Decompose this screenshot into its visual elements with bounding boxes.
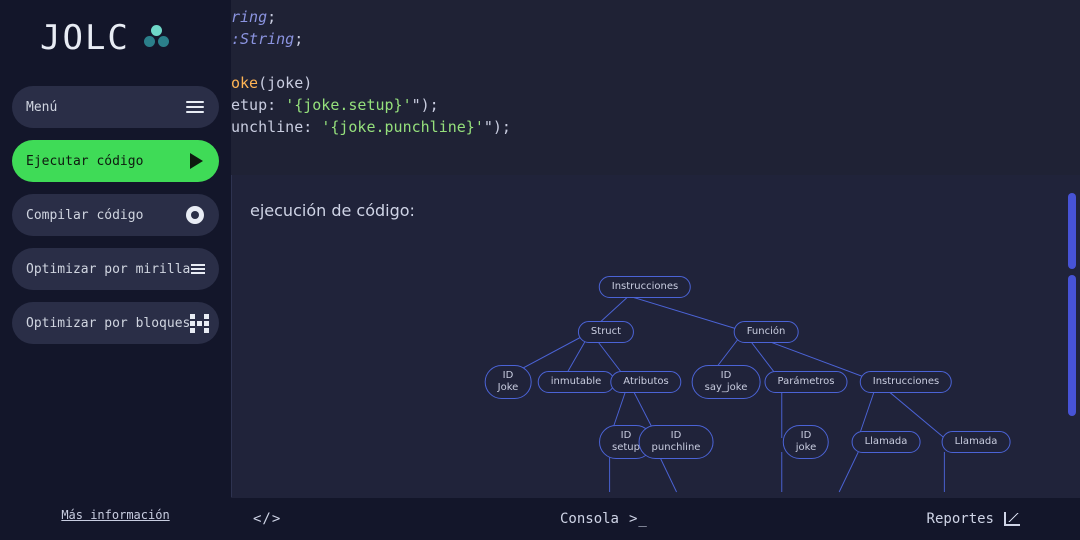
terminal-icon — [629, 511, 648, 527]
scroll-thumb[interactable] — [1068, 275, 1076, 416]
ast-node[interactable]: IDpunchline — [639, 425, 714, 459]
compile-label: Compilar código — [26, 208, 143, 223]
ast-node[interactable]: Struct — [578, 321, 634, 343]
output-scrollbar[interactable] — [1068, 193, 1076, 487]
peephole-optimize-button[interactable]: Optimizar por mirilla — [12, 248, 219, 290]
menu-label: Menú — [26, 100, 57, 115]
ast-node[interactable]: Instrucciones — [599, 276, 691, 298]
reports-label: Reportes — [927, 511, 994, 527]
more-info-link[interactable]: Más información — [12, 504, 219, 526]
swap-icon — [190, 259, 205, 279]
bottom-bar: </> Consola Reportes — [231, 497, 1080, 540]
grid-icon — [190, 313, 209, 333]
peephole-label: Optimizar por mirilla — [26, 262, 190, 277]
chart-icon — [1004, 512, 1020, 526]
run-label: Ejecutar código — [26, 154, 143, 169]
compile-code-button[interactable]: Compilar código — [12, 194, 219, 236]
reports-tab[interactable]: Reportes — [927, 511, 1020, 527]
editor-line — [231, 50, 1080, 72]
gear-icon — [185, 205, 205, 225]
ast-node[interactable]: IDsay_joke — [692, 365, 761, 399]
ast-node[interactable]: inmutable — [538, 371, 615, 393]
code-tab[interactable]: </> — [253, 511, 281, 527]
run-code-button[interactable]: Ejecutar código — [12, 140, 219, 182]
ast-node[interactable]: IDjoke — [783, 425, 829, 459]
ast-node[interactable]: Parámetros — [765, 371, 848, 393]
hamburger-icon — [185, 97, 205, 117]
code-editor[interactable]: ring;:String; oke(joke)etup: '{joke.setu… — [231, 0, 1080, 175]
scroll-thumb[interactable] — [1068, 193, 1076, 269]
sidebar: JOLC Menú Ejecutar código Compilar códig… — [0, 0, 231, 540]
menu-toggle[interactable]: Menú — [12, 86, 219, 128]
editor-line: ring; — [231, 6, 1080, 28]
brand-icon — [144, 25, 170, 51]
block-label: Optimizar por bloques — [26, 316, 190, 331]
ast-node[interactable]: Instrucciones — [860, 371, 952, 393]
brand: JOLC — [12, 18, 219, 58]
editor-line: unchline: '{joke.punchline}'"); — [231, 116, 1080, 138]
editor-line: oke(joke) — [231, 72, 1080, 94]
block-optimize-button[interactable]: Optimizar por bloques — [12, 302, 219, 344]
ast-node[interactable]: Llamada — [942, 431, 1011, 453]
console-tab[interactable]: Consola — [560, 511, 648, 527]
editor-line: :String; — [231, 28, 1080, 50]
output-panel: ejecución de código: Instrucciones Struct… — [231, 175, 1080, 497]
ast-graph[interactable]: Instrucciones Struct Función IDJoke inmutabl… — [250, 232, 1062, 497]
ast-node[interactable]: IDJoke — [485, 365, 532, 399]
ast-node[interactable]: Atributos — [610, 371, 681, 393]
ast-node[interactable]: Llamada — [852, 431, 921, 453]
play-icon — [185, 151, 205, 171]
console-label: Consola — [560, 511, 619, 527]
main-area: ring;:String; oke(joke)etup: '{joke.setu… — [231, 0, 1080, 540]
brand-name: JOLC — [40, 18, 130, 58]
ast-node[interactable]: Función — [734, 321, 799, 343]
output-title: ejecución de código: — [250, 201, 1062, 220]
editor-line: etup: '{joke.setup}'"); — [231, 94, 1080, 116]
